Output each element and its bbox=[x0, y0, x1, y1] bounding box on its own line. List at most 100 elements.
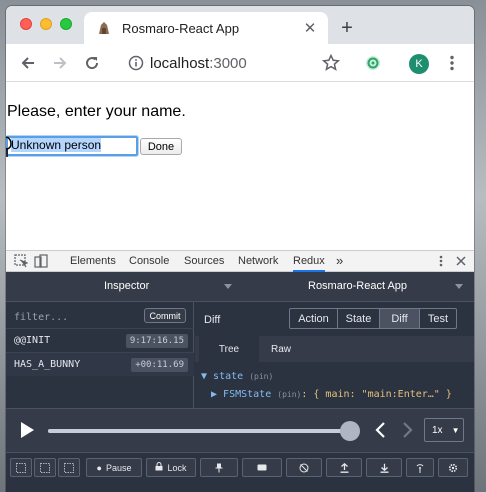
tree-root-pin[interactable]: (pin) bbox=[249, 372, 273, 381]
devtools-tab-console[interactable]: Console bbox=[129, 255, 169, 267]
lock-label: Lock bbox=[167, 462, 187, 473]
speed-value: 1x bbox=[432, 424, 443, 436]
devtools-tab-bar: Elements Console Sources Network Redux » bbox=[6, 250, 474, 272]
panel-title: Diff bbox=[204, 314, 221, 326]
forward-icon[interactable] bbox=[48, 51, 72, 75]
profile-avatar[interactable]: K bbox=[409, 54, 429, 74]
device-toolbar-icon[interactable] bbox=[34, 254, 48, 268]
extension-icon[interactable] bbox=[361, 51, 385, 75]
browser-window: Rosmaro-React App ✕ + localhost :3000 K bbox=[6, 6, 474, 492]
pin-icon bbox=[215, 463, 223, 472]
gear-icon bbox=[448, 463, 458, 472]
new-tab-button[interactable]: + bbox=[336, 17, 358, 39]
page-heading: Please, enter your name. bbox=[7, 103, 186, 120]
address-bar[interactable]: localhost :3000 bbox=[150, 52, 247, 74]
name-input[interactable]: Unknown person bbox=[6, 136, 138, 156]
devtools-menu-icon[interactable] bbox=[434, 254, 448, 268]
tree-child-value: : { main: "main:Enter…" } bbox=[301, 389, 452, 400]
collapse-arrow-icon: ▶ bbox=[211, 389, 224, 400]
subtab-raw[interactable]: Raw bbox=[251, 336, 311, 362]
speed-caret-icon: ▼ bbox=[451, 425, 460, 435]
settings-button[interactable] bbox=[438, 458, 468, 477]
action-name: @@INIT bbox=[14, 335, 51, 346]
devtools-tab-network[interactable]: Network bbox=[238, 255, 278, 267]
monitor-select-caret-icon bbox=[224, 284, 232, 289]
step-back-icon[interactable] bbox=[374, 421, 390, 441]
devtools-tab-sources[interactable]: Sources bbox=[184, 255, 224, 267]
devtools-panel: Elements Console Sources Network Redux »… bbox=[6, 250, 474, 492]
devtools-tab-elements[interactable]: Elements bbox=[70, 255, 116, 267]
persist-button[interactable] bbox=[286, 458, 322, 477]
monitor-select[interactable]: Inspector bbox=[104, 280, 149, 292]
slider-track[interactable] bbox=[48, 429, 350, 433]
right-monitor-icon[interactable] bbox=[34, 458, 56, 477]
name-input-value: Unknown person bbox=[11, 138, 102, 152]
tree-root-node[interactable]: ▼ state (pin) bbox=[201, 371, 273, 382]
action-name: HAS_A_BUNNY bbox=[14, 359, 81, 370]
mouse-cursor-icon bbox=[6, 136, 14, 163]
action-time: 9:17:16.15 bbox=[125, 334, 188, 348]
inspector-tab-group: Action State Diff Test bbox=[289, 308, 457, 329]
close-window-button[interactable] bbox=[20, 18, 32, 30]
tree-root-key: state bbox=[213, 371, 244, 382]
tab-close-icon[interactable]: ✕ bbox=[300, 18, 320, 38]
pause-button[interactable]: ● Pause bbox=[86, 458, 142, 477]
tree-child-pin[interactable]: (pin) bbox=[277, 390, 301, 399]
action-list-item[interactable]: HAS_A_BUNNY +00:11.69 bbox=[6, 352, 194, 376]
devtools-more-tabs[interactable]: » bbox=[336, 253, 343, 268]
view-subtabs: Tree Raw bbox=[195, 336, 474, 362]
dispatcher-button[interactable] bbox=[242, 458, 282, 477]
action-list-item[interactable]: @@INIT 9:17:16.15 bbox=[6, 328, 194, 352]
bottom-monitor-icon[interactable] bbox=[58, 458, 80, 477]
tree-child-node[interactable]: ▶ FSMState (pin): { main: "main:Enter…" … bbox=[211, 389, 452, 400]
minimize-window-button[interactable] bbox=[40, 18, 52, 30]
inspector-panel: Diff Action State Diff Test Tree Raw ▼ s… bbox=[195, 302, 474, 408]
action-time: +00:11.69 bbox=[131, 358, 188, 372]
devtools-close-icon[interactable] bbox=[454, 254, 468, 268]
expand-arrow-icon: ▼ bbox=[201, 371, 214, 382]
keyboard-icon bbox=[257, 464, 267, 471]
download-icon bbox=[380, 463, 388, 473]
site-info-icon[interactable] bbox=[124, 51, 148, 75]
bookmark-star-icon[interactable] bbox=[319, 51, 343, 75]
slider-handle[interactable] bbox=[340, 421, 360, 441]
tab-favicon-icon bbox=[96, 20, 112, 36]
reload-icon[interactable] bbox=[80, 51, 104, 75]
zoom-window-button[interactable] bbox=[60, 18, 72, 30]
persist-icon bbox=[299, 463, 309, 472]
pause-icon: ● bbox=[96, 462, 102, 473]
import-button[interactable] bbox=[366, 458, 402, 477]
play-icon[interactable] bbox=[19, 421, 39, 441]
inspector-tab-test[interactable]: Test bbox=[420, 309, 456, 328]
pause-label: Pause bbox=[105, 462, 132, 473]
subtab-tree[interactable]: Tree bbox=[199, 336, 259, 362]
devtools-tab-redux[interactable]: Redux bbox=[293, 255, 325, 272]
page-content: Please, enter your name. Unknown person … bbox=[6, 83, 474, 250]
back-icon[interactable] bbox=[16, 51, 40, 75]
step-forward-icon[interactable] bbox=[402, 421, 418, 441]
url-host: localhost bbox=[150, 54, 210, 72]
slider-monitor: 1x ▼ bbox=[6, 408, 474, 452]
redux-header: Inspector Rosmaro-React App bbox=[6, 272, 474, 302]
lock-button[interactable]: Lock bbox=[146, 458, 196, 477]
browser-tab[interactable]: Rosmaro-React App ✕ bbox=[84, 12, 328, 44]
inspector-tab-state[interactable]: State bbox=[338, 309, 380, 328]
remote-button[interactable] bbox=[406, 458, 434, 477]
export-button[interactable] bbox=[326, 458, 362, 477]
lock-icon bbox=[155, 462, 163, 473]
inspector-tab-action[interactable]: Action bbox=[290, 309, 338, 328]
menu-kebab-icon[interactable] bbox=[440, 51, 464, 75]
inspect-element-icon[interactable] bbox=[14, 254, 29, 268]
action-list-panel: filter... Commit @@INIT 9:17:16.15 HAS_A… bbox=[6, 302, 194, 408]
left-monitor-icon[interactable] bbox=[10, 458, 32, 477]
commit-button[interactable]: Commit bbox=[144, 308, 186, 323]
pin-button[interactable] bbox=[200, 458, 238, 477]
tree-child-key: FSMState bbox=[223, 389, 272, 400]
instance-select[interactable]: Rosmaro-React App bbox=[308, 280, 407, 292]
tab-title: Rosmaro-React App bbox=[122, 20, 240, 36]
instance-select-caret-icon bbox=[455, 284, 463, 289]
action-filter-input[interactable]: filter... bbox=[14, 312, 68, 323]
done-button[interactable]: Done bbox=[140, 138, 182, 155]
speed-select[interactable]: 1x ▼ bbox=[424, 418, 464, 442]
inspector-tab-diff[interactable]: Diff bbox=[380, 309, 420, 328]
